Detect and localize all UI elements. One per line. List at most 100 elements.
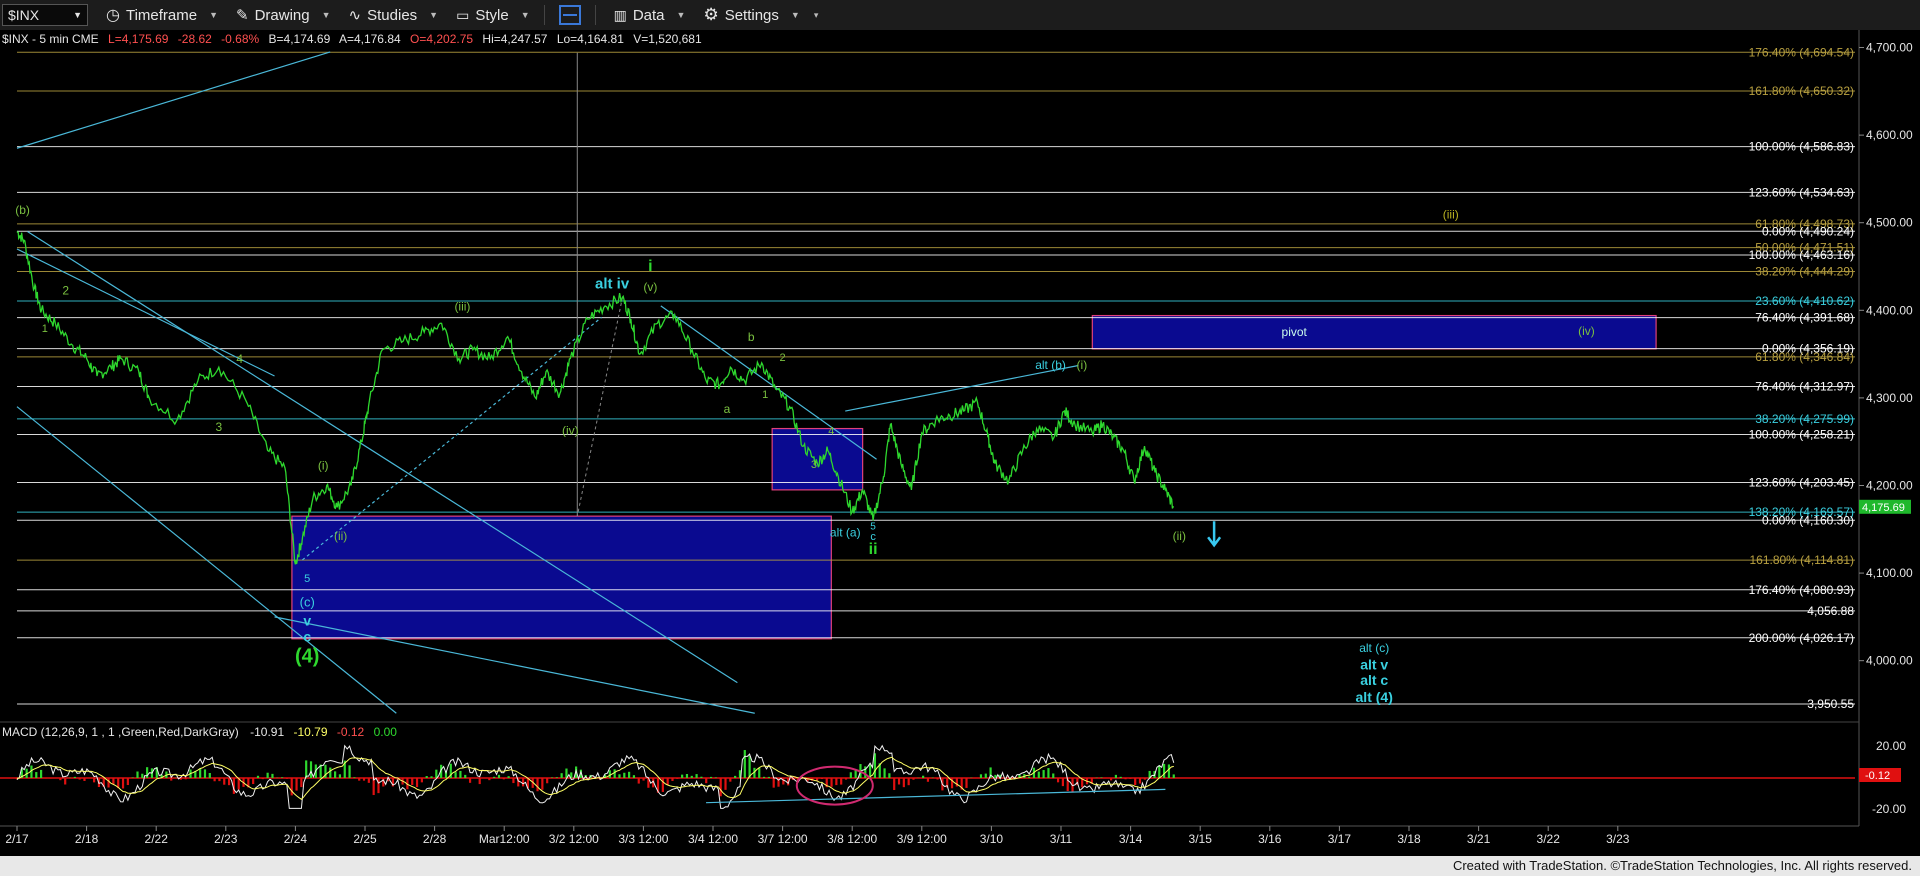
x-tick-label: 2/22 <box>145 832 169 846</box>
price-chart[interactable]: pivot 176.40% (4,694.54) 161.80% (4,650.3… <box>0 30 1920 856</box>
data-menu[interactable]: ▥ Data ▼ <box>614 7 686 24</box>
drawing-label: Drawing <box>254 6 310 24</box>
wave-label: 4 <box>828 426 834 438</box>
x-tick-label: 3/16 <box>1258 832 1282 846</box>
fib-label: 100.00% (4,586.83) <box>1749 140 1854 154</box>
fib-label: 100.00% (4,463.16) <box>1749 248 1854 262</box>
x-tick-label: 2/24 <box>284 832 308 846</box>
wave-label: (iii) <box>454 299 470 313</box>
macd-header: MACD (12,26,9, 1 , 1 ,Green,Red,DarkGray… <box>2 725 397 739</box>
wave-label: (iv) <box>1578 324 1595 338</box>
fib-label: 38.20% (4,275.99) <box>1755 412 1854 426</box>
x-tick-label: 2/18 <box>75 832 99 846</box>
fib-label: 123.60% (4,534.63) <box>1749 185 1854 199</box>
bid-readout: B=4,174.69 <box>269 32 331 46</box>
wave-label: (b) <box>15 203 30 217</box>
wave-label: alt (a) <box>830 525 861 539</box>
zone-box <box>1091 314 1657 350</box>
last-price-tag: 4,175.69 <box>1862 502 1905 514</box>
fib-label: 161.80% (4,650.32) <box>1749 84 1854 98</box>
fib-label: 76.40% (4,391.68) <box>1755 311 1854 325</box>
wave-label: v <box>303 613 311 629</box>
caret-down-icon: ▼ <box>790 10 800 20</box>
x-tick-label: 3/21 <box>1467 832 1491 846</box>
fib-label: 176.40% (4,694.54) <box>1749 45 1854 59</box>
studies-menu[interactable]: ∿ Studies ▼ <box>348 6 439 25</box>
y-tick-label: 4,700.00 <box>1866 41 1913 55</box>
wave-label: alt iv <box>595 275 630 292</box>
wave-label: 3 <box>215 420 222 434</box>
timeframe-menu[interactable]: ◷ Timeframe ▼ <box>106 5 218 25</box>
data-label: Data <box>632 6 665 24</box>
wave-label: 4 <box>236 352 243 366</box>
ask-readout: A=4,176.84 <box>339 32 401 46</box>
caret-down-icon: ▼ <box>209 10 219 20</box>
wave-label: alt v <box>1360 656 1388 672</box>
style-menu[interactable]: ▭ Style ▼ <box>456 7 530 24</box>
wave-label: (iv) <box>562 424 579 438</box>
zone-box <box>771 427 864 491</box>
macd-value-4: 0.00 <box>374 725 398 739</box>
macd-value-1: -10.91 <box>250 725 284 739</box>
chart-background <box>0 30 1920 856</box>
wave-label: 2 <box>62 284 69 298</box>
fib-label: 61.80% (4,346.84) <box>1755 350 1854 364</box>
wave-label: 3 <box>811 459 817 471</box>
percent-change-readout: -0.68% <box>221 32 259 46</box>
wave-label: b <box>748 330 755 344</box>
wave-label: alt (b) <box>1035 358 1066 372</box>
high-readout: Hi=4,247.57 <box>482 32 547 46</box>
fib-label: 0.00% (4,160.30) <box>1762 513 1854 527</box>
fib-label: 38.20% (4,444.29) <box>1755 265 1854 279</box>
caret-down-icon: ▼ <box>321 10 331 20</box>
x-tick-label: 3/18 <box>1397 832 1421 846</box>
open-readout: O=4,202.75 <box>410 32 473 46</box>
y-tick-label: 4,500.00 <box>1866 216 1913 230</box>
macd-tick-bottom: -20.00 <box>1872 802 1906 816</box>
fib-label: 123.60% (4,203.45) <box>1749 475 1854 489</box>
wave-label: alt c <box>1360 672 1388 688</box>
last-price-readout: L=4,175.69 <box>108 32 169 46</box>
settings-label: Settings <box>724 6 779 24</box>
fib-label: 176.40% (4,080.93) <box>1749 583 1854 597</box>
timeframe-label: Timeframe <box>125 6 198 24</box>
fib-label: 0.00% (4,490.24) <box>1762 224 1854 238</box>
x-tick-label: 3/22 <box>1537 832 1561 846</box>
chevron-down-icon: ▼ <box>73 10 82 20</box>
wave-label: c <box>303 628 311 644</box>
wave-label: (iii) <box>1443 207 1459 221</box>
x-tick-label: 3/2 12:00 <box>549 832 599 846</box>
drawing-menu[interactable]: ✎ Drawing ▼ <box>236 6 331 25</box>
y-tick-label: 4,400.00 <box>1866 303 1913 317</box>
macd-value-2: -10.79 <box>293 725 327 739</box>
wave-label: 2 <box>780 352 786 364</box>
x-tick-label: 2/17 <box>5 832 29 846</box>
x-tick-label: 3/11 <box>1050 832 1073 846</box>
wave-label: alt (c) <box>1359 641 1389 655</box>
toolbar-divider <box>594 5 596 25</box>
caret-down-icon: ▾ <box>813 9 819 20</box>
x-tick-label: 3/17 <box>1328 832 1352 846</box>
macd-tick-top: 20.00 <box>1876 739 1906 753</box>
wave-label: (ii) <box>1173 529 1186 543</box>
wave-label: (4) <box>295 645 319 667</box>
studies-icon: ∿ <box>348 7 362 24</box>
x-tick-label: 3/3 12:00 <box>618 832 668 846</box>
change-readout: -28.62 <box>178 32 212 46</box>
data-icon: ▥ <box>613 6 627 23</box>
x-tick-label: 3/14 <box>1119 832 1143 846</box>
chart-toolbar: $INX ▼ ◷ Timeframe ▼ ✎ Drawing ▼ ∿ Studi… <box>0 0 1920 31</box>
settings-menu[interactable]: ⚙ Settings ▼ ▾ <box>703 5 818 25</box>
layout-icon[interactable] <box>558 5 581 25</box>
wave-label: (i) <box>1077 358 1088 372</box>
symbol-selector[interactable]: $INX ▼ <box>2 4 88 26</box>
fib-label: 76.40% (4,312.97) <box>1755 380 1854 394</box>
x-tick-label: 2/23 <box>214 832 238 846</box>
volume-readout: V=1,520,681 <box>633 32 702 46</box>
wave-label: (i) <box>318 459 329 473</box>
x-tick-label: 3/15 <box>1189 832 1213 846</box>
macd-last-tag: -0.12 <box>1865 770 1890 782</box>
macd-label: MACD (12,26,9, 1 , 1 ,Green,Red,DarkGray… <box>2 725 239 739</box>
fib-label: 3,950.55 <box>1807 697 1854 711</box>
low-readout: Lo=4,164.81 <box>557 32 624 46</box>
